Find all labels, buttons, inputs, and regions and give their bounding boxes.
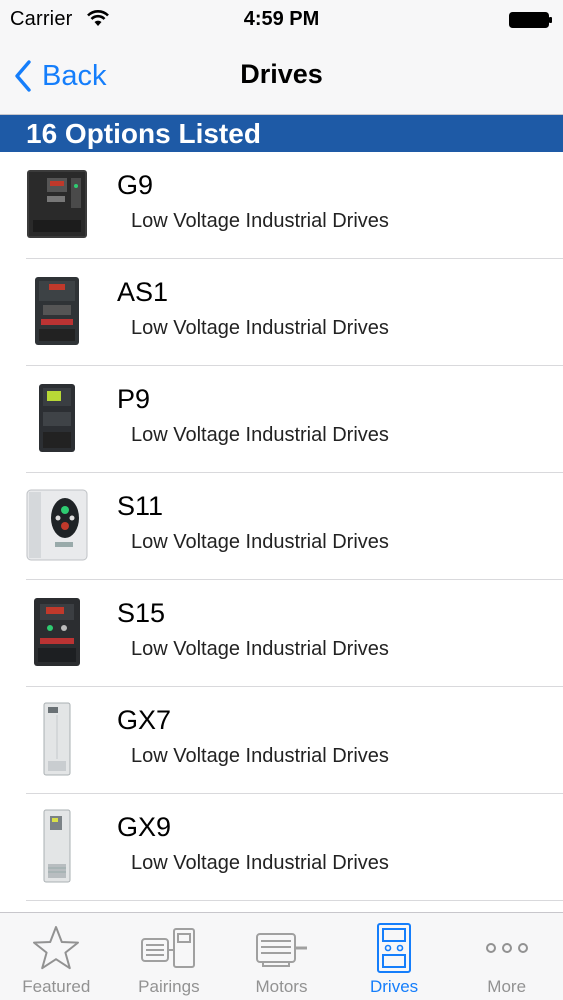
- star-icon: [0, 923, 113, 973]
- section-header: 16 Options Listed: [0, 115, 563, 152]
- item-title: S15: [117, 598, 166, 628]
- status-time: 4:59 PM: [243, 8, 320, 30]
- tab-label: Featured: [22, 977, 91, 996]
- more-icon: [450, 923, 563, 973]
- drive-as1-icon: [24, 273, 90, 349]
- drive-gx7-icon: [24, 701, 90, 777]
- item-title: P9: [117, 384, 151, 414]
- motor-icon: [225, 923, 338, 973]
- tab-pairings[interactable]: Pairings: [113, 913, 226, 1000]
- list-item[interactable]: G9 Low Voltage Industrial Drives: [0, 152, 563, 259]
- drives-screen: Carrier 4:59 PM Back Drives 16 Options L…: [0, 0, 563, 1000]
- tab-featured[interactable]: Featured: [0, 913, 113, 1000]
- item-title: AS1: [117, 277, 169, 307]
- tab-label: Pairings: [138, 977, 200, 996]
- navigation-bar: Back Drives: [0, 40, 563, 115]
- list-item[interactable]: P9 Low Voltage Industrial Drives: [0, 366, 563, 473]
- drive-g9-icon: [24, 166, 90, 242]
- item-subtitle: Low Voltage Industrial Drives: [131, 317, 389, 339]
- item-title: G9: [117, 170, 154, 200]
- item-subtitle: Low Voltage Industrial Drives: [131, 531, 389, 553]
- item-title: S11: [117, 491, 164, 521]
- tab-label: Drives: [369, 977, 419, 996]
- list-item[interactable]: AS1 Low Voltage Industrial Drives: [0, 259, 563, 366]
- drives-list: G9 Low Voltage Industrial Drives AS1 Low…: [0, 152, 563, 901]
- page-title: Drives: [240, 59, 323, 89]
- item-title: GX9: [117, 812, 172, 842]
- list-item[interactable]: S15 Low Voltage Industrial Drives: [0, 580, 563, 687]
- tab-bar: Featured Pairings Motors Drives More: [0, 912, 563, 1000]
- item-subtitle: Low Voltage Industrial Drives: [131, 210, 389, 232]
- tab-more[interactable]: More: [450, 913, 563, 1000]
- list-item[interactable]: GX7 Low Voltage Industrial Drives: [0, 687, 563, 794]
- drive-s15-icon: [24, 594, 90, 670]
- battery-icon: [509, 12, 553, 33]
- list-item[interactable]: GX9 Low Voltage Industrial Drives: [0, 794, 563, 901]
- drive-icon: [338, 923, 451, 973]
- section-header-label: 16 Options Listed: [26, 118, 261, 149]
- item-subtitle: Low Voltage Industrial Drives: [131, 424, 389, 446]
- item-subtitle: Low Voltage Industrial Drives: [131, 638, 389, 660]
- tab-motors[interactable]: Motors: [225, 913, 338, 1000]
- drive-gx9-icon: [24, 808, 90, 884]
- tab-drives[interactable]: Drives: [338, 913, 451, 1000]
- drive-p9-icon: [24, 380, 90, 456]
- item-subtitle: Low Voltage Industrial Drives: [131, 852, 389, 874]
- item-subtitle: Low Voltage Industrial Drives: [131, 745, 389, 767]
- list-item[interactable]: S11 Low Voltage Industrial Drives: [0, 473, 563, 580]
- item-title: GX7: [117, 705, 172, 735]
- tab-label: Motors: [255, 977, 308, 996]
- status-bar: Carrier 4:59 PM: [0, 0, 563, 40]
- drive-s11-icon: [24, 487, 90, 563]
- tab-label: More: [487, 977, 527, 996]
- pairings-icon: [113, 923, 226, 973]
